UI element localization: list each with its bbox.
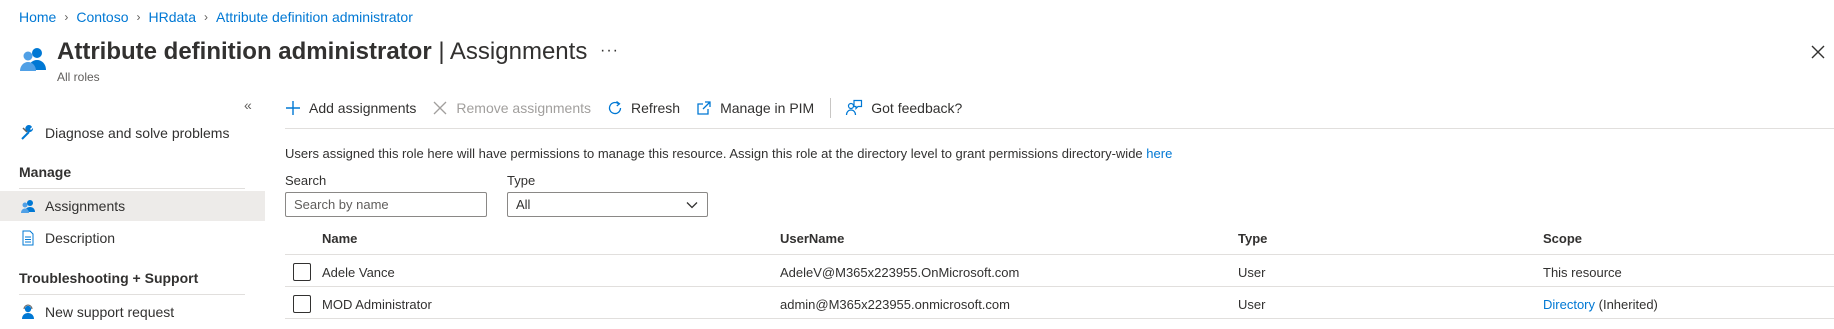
role-users-icon [18, 44, 48, 74]
add-assignments-label: Add assignments [309, 100, 417, 116]
more-options-button[interactable]: ··· [600, 42, 619, 60]
wrench-icon [20, 125, 36, 141]
document-icon [20, 230, 36, 246]
chevron-down-icon [686, 201, 698, 208]
column-header-type[interactable]: Type [1238, 231, 1267, 246]
info-message: Users assigned this role here will have … [285, 146, 1172, 161]
info-here-link[interactable]: here [1146, 146, 1172, 161]
toolbar-separator [830, 98, 832, 118]
divider [19, 294, 245, 295]
command-bar: Add assignments Remove assignments Refre… [285, 98, 978, 118]
manage-in-pim-label: Manage in PIM [720, 100, 815, 116]
users-icon [20, 198, 36, 214]
feedback-label: Got feedback? [871, 100, 963, 116]
page-title-main: Attribute definition administrator [57, 38, 432, 65]
row-username-cell: AdeleV@M365x223955.OnMicrosoft.com [780, 265, 1020, 280]
refresh-label: Refresh [631, 100, 681, 116]
chevron-right-icon: › [203, 10, 208, 24]
support-person-icon [20, 304, 36, 320]
chevron-right-icon: › [64, 10, 69, 24]
chevron-right-icon: › [136, 10, 141, 24]
plus-icon [286, 101, 300, 115]
type-dropdown[interactable]: All [507, 192, 708, 217]
type-label: Type [507, 173, 536, 188]
breadcrumb-current[interactable]: Attribute definition administrator [216, 9, 413, 25]
support-heading: Troubleshooting + Support [19, 270, 199, 286]
row-scope-cell: Directory (Inherited) [1543, 297, 1658, 312]
sidebar-item-assignments[interactable]: Assignments [0, 191, 265, 221]
sidebar-item-label: Diagnose and solve problems [45, 125, 230, 141]
breadcrumb-contoso[interactable]: Contoso [76, 9, 128, 25]
table-row-divider [285, 318, 1834, 319]
sidebar-item-label: New support request [45, 304, 175, 320]
feedback-icon [846, 99, 863, 116]
page-subtitle: All roles [57, 70, 100, 84]
sidebar-item-label: Description [45, 230, 116, 246]
refresh-button[interactable]: Refresh [607, 100, 680, 116]
table-header-divider [285, 254, 1834, 255]
remove-assignments-button[interactable]: Remove assignments [432, 100, 591, 116]
column-header-scope[interactable]: Scope [1543, 231, 1582, 246]
row-type-cell: User [1238, 265, 1266, 280]
page-title: Attribute definition administrator | Ass… [57, 38, 587, 66]
column-header-username[interactable]: UserName [780, 231, 844, 246]
info-text: Users assigned this role here will have … [285, 146, 1143, 161]
divider [19, 188, 245, 189]
search-input[interactable] [285, 192, 487, 217]
breadcrumb: Home › Contoso › HRdata › Attribute defi… [19, 9, 413, 25]
close-icon [433, 101, 447, 115]
add-assignments-button[interactable]: Add assignments [285, 100, 416, 116]
manage-heading: Manage [19, 164, 72, 180]
breadcrumb-home[interactable]: Home [19, 9, 56, 25]
collapse-sidebar-button[interactable]: « [244, 97, 252, 113]
column-header-name[interactable]: Name [322, 231, 357, 246]
scope-suffix: (Inherited) [1598, 297, 1658, 312]
feedback-button[interactable]: Got feedback? [845, 99, 962, 117]
sidebar-item-support-request[interactable]: New support request [0, 297, 265, 327]
row-username-cell: admin@M365x223955.onmicrosoft.com [780, 297, 1010, 312]
breadcrumb-hrdata[interactable]: HRdata [149, 9, 196, 25]
manage-in-pim-button[interactable]: Manage in PIM [696, 100, 814, 116]
sidebar-item-label: Assignments [45, 198, 126, 214]
row-checkbox[interactable] [293, 263, 311, 281]
row-checkbox[interactable] [293, 295, 311, 313]
sidebar-item-diagnose[interactable]: Diagnose and solve problems [0, 118, 265, 148]
close-icon[interactable] [1808, 42, 1828, 62]
table-row-divider [285, 286, 1834, 287]
toolbar-divider [285, 128, 1834, 129]
scope-directory-link[interactable]: Directory [1543, 297, 1595, 312]
sidebar-item-description[interactable]: Description [0, 223, 265, 253]
remove-assignments-label: Remove assignments [456, 100, 592, 116]
row-name-cell[interactable]: Adele Vance [322, 265, 395, 280]
row-name-cell[interactable]: MOD Administrator [322, 297, 432, 312]
external-link-icon [697, 101, 711, 115]
type-dropdown-value: All [516, 197, 531, 212]
search-label: Search [285, 173, 327, 188]
row-type-cell: User [1238, 297, 1266, 312]
row-scope-cell: This resource [1543, 265, 1622, 280]
page-title-suffix: | Assignments [438, 38, 588, 65]
refresh-icon [608, 100, 622, 115]
